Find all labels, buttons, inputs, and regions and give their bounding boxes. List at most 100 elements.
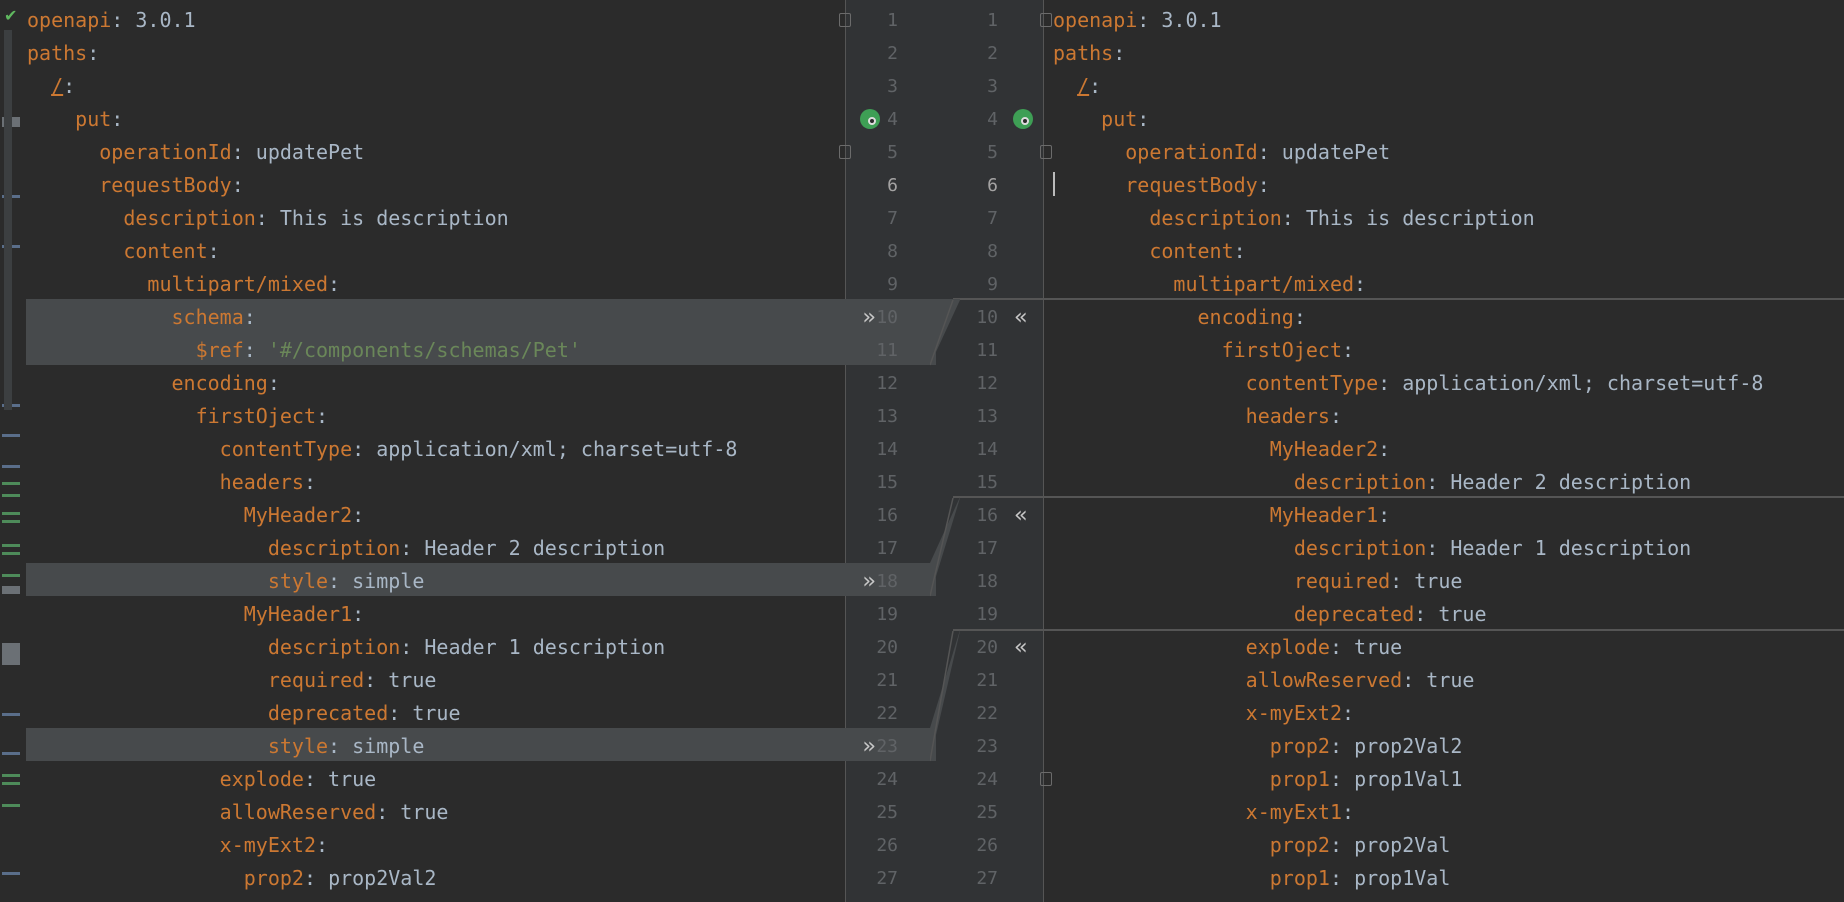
code-line[interactable]: openapi: 3.0.1: [27, 4, 196, 37]
line-number: 26: [876, 835, 898, 856]
right-line-numbers: 1 2 3 4 5 6 7 8 9 10 11 12 13 14 15 16 17 18 19 20 21 22 23 24 2…: [958, 4, 1008, 902]
code-line[interactable]: MyHeader1:: [1053, 499, 1390, 532]
code-token: :: [315, 833, 329, 857]
code-line[interactable]: explode: true: [27, 763, 377, 796]
code-line[interactable]: required: true: [27, 664, 437, 697]
code-line[interactable]: multipart/mixed:: [27, 268, 340, 301]
code-line[interactable]: prop1: prop1Val: [1053, 862, 1451, 895]
code-line[interactable]: operationId: updatePet: [27, 136, 364, 169]
code-line[interactable]: allowReserved: true: [1053, 664, 1475, 697]
double-chevron-left-icon[interactable]: «: [1009, 301, 1033, 334]
double-chevron-right-icon[interactable]: »: [857, 565, 881, 598]
double-chevron-right-icon[interactable]: »: [857, 730, 881, 763]
code-line[interactable]: firstOject:: [1053, 334, 1354, 367]
code-line[interactable]: /:: [27, 70, 75, 103]
code-line[interactable]: headers:: [1053, 400, 1342, 433]
line-number: 6: [987, 175, 998, 196]
code-line[interactable]: firstOject:: [27, 400, 328, 433]
code-line[interactable]: x-myExt1:: [1053, 796, 1354, 829]
code-line[interactable]: description: This is description: [27, 202, 508, 235]
code-line[interactable]: operationId: updatePet: [1053, 136, 1390, 169]
code-line[interactable]: MyHeader2:: [27, 499, 364, 532]
double-chevron-right-icon[interactable]: »: [857, 301, 881, 334]
code-line[interactable]: put:: [27, 103, 123, 136]
left-code-area[interactable]: openapi: 3.0.1 paths: /: put: operationId…: [27, 4, 842, 902]
code-token: :: [400, 536, 425, 560]
yaml-key: MyHeader2: [243, 503, 353, 527]
code-line[interactable]: requestBody:: [1053, 169, 1270, 202]
code-line[interactable]: headers:: [27, 466, 316, 499]
code-token: :: [1342, 338, 1355, 362]
code-line[interactable]: x-myExt2:: [1053, 697, 1354, 730]
code-token: :: [1137, 8, 1162, 32]
code-line[interactable]: style: simple: [27, 730, 425, 763]
code-line[interactable]: openapi: 3.0.1: [1053, 4, 1222, 37]
code-token: :: [1341, 800, 1355, 824]
code-line[interactable]: contentType: application/xml; charset=ut…: [1053, 367, 1764, 400]
left-pane-divider: [845, 0, 846, 902]
right-code-area[interactable]: openapi: 3.0.1 paths: /: put: operationId…: [1053, 4, 1843, 902]
code-line[interactable]: /:: [1053, 70, 1101, 103]
code-line[interactable]: prop2: prop2Val2: [1053, 730, 1463, 763]
code-line[interactable]: x-myExt2:: [27, 829, 328, 862]
code-line[interactable]: style: simple: [27, 565, 425, 598]
implement-method-icon[interactable]: [860, 109, 880, 129]
implement-method-icon[interactable]: [1013, 109, 1033, 129]
code-line[interactable]: description: Header 1 description: [27, 631, 665, 664]
code-line[interactable]: MyHeader2:: [1053, 433, 1390, 466]
code-line[interactable]: $ref: '#/components/schemas/Pet': [27, 334, 581, 367]
double-chevron-left-icon[interactable]: «: [1009, 499, 1033, 532]
code-line[interactable]: content:: [27, 235, 219, 268]
code-line[interactable]: prop2: prop2Val: [1053, 829, 1451, 862]
code-line[interactable]: paths:: [1053, 37, 1125, 70]
code-line[interactable]: paths:: [27, 37, 99, 70]
code-line[interactable]: description: Header 1 description: [1053, 532, 1691, 565]
code-line[interactable]: required: true: [1053, 565, 1463, 598]
code-line[interactable]: requestBody:: [27, 169, 244, 202]
line-number: 3: [987, 76, 998, 97]
code-line[interactable]: put:: [1053, 103, 1149, 136]
yaml-key: description: [1293, 470, 1427, 494]
code-line[interactable]: deprecated: true: [27, 697, 461, 730]
fold-marker-icon[interactable]: [1040, 772, 1052, 786]
left-line-numbers: 1 2 3 4 5 6 7 8 9 10 11 12 13 14 15 16 17 18 19 20 21 22 23 24 2…: [858, 4, 908, 902]
code-line[interactable]: allowReserved: true: [27, 796, 449, 829]
code-line[interactable]: description: Header 2 description: [27, 532, 665, 565]
code-token: :: [1402, 668, 1427, 692]
fold-marker-icon[interactable]: [1040, 13, 1052, 27]
code-token: true: [328, 767, 377, 791]
yaml-key: style: [267, 734, 329, 758]
code-line[interactable]: contentType: application/xml; charset=ut…: [27, 433, 738, 466]
fold-marker-icon[interactable]: [839, 13, 851, 27]
code-token: :: [1293, 305, 1306, 329]
check-mark-icon[interactable]: ✔: [4, 6, 17, 25]
code-line[interactable]: content:: [1053, 235, 1245, 268]
code-line[interactable]: multipart/mixed:: [1053, 268, 1366, 301]
line-number: 21: [876, 670, 898, 691]
code-line[interactable]: explode: true: [1053, 631, 1403, 664]
code-line[interactable]: encoding:: [1053, 301, 1306, 334]
code-line[interactable]: MyHeader1:: [27, 598, 364, 631]
code-line[interactable]: deprecated: true: [1053, 598, 1487, 631]
code-line[interactable]: schema:: [27, 301, 256, 334]
line-number: 20: [976, 637, 998, 658]
code-line[interactable]: prop2: prop2Val2: [27, 862, 437, 895]
code-token: Header 2 description: [424, 536, 666, 560]
code-line[interactable]: description: This is description: [1053, 202, 1534, 235]
double-chevron-left-icon[interactable]: «: [1009, 631, 1033, 664]
fold-marker-icon[interactable]: [1040, 145, 1052, 159]
fold-marker-icon[interactable]: [839, 145, 851, 159]
code-line[interactable]: encoding:: [27, 367, 280, 400]
code-line[interactable]: description: Header 2 description: [1053, 466, 1691, 499]
code-line[interactable]: prop1: prop1Val1: [1053, 763, 1463, 796]
yaml-key: contentType: [1245, 371, 1379, 395]
yaml-key: MyHeader2: [1269, 437, 1379, 461]
